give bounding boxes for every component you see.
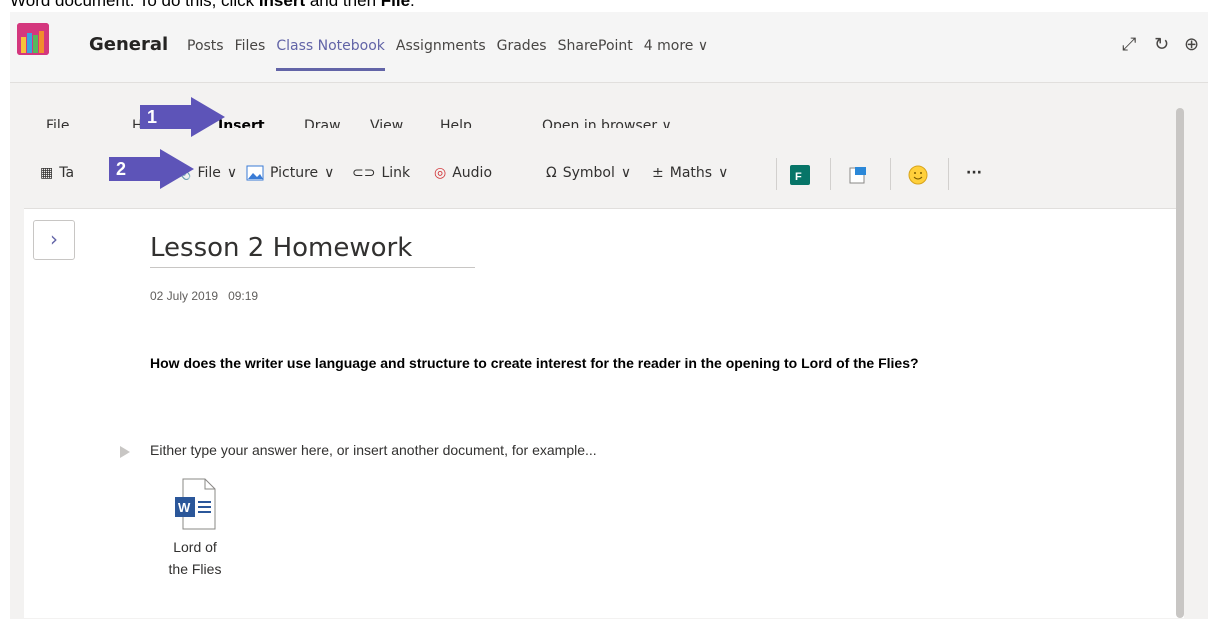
expand-navigation-button[interactable]: › bbox=[33, 220, 75, 260]
team-name: General bbox=[89, 34, 169, 55]
table-button[interactable]: ▦ Ta bbox=[40, 165, 74, 181]
forms-icon: F bbox=[790, 165, 810, 185]
team-avatar[interactable] bbox=[17, 23, 49, 55]
word-document-icon: W bbox=[175, 478, 216, 530]
expand-icon[interactable]: ⤢ bbox=[1122, 34, 1136, 55]
onenote-frame: File H Insert Draw View Help Open in bro… bbox=[24, 88, 1184, 618]
channel-header: General Posts Files Class Notebook Assig… bbox=[10, 12, 1208, 83]
page-time: 09:19 bbox=[228, 289, 259, 303]
word-attachment[interactable]: W Lord of the Flies bbox=[150, 477, 240, 577]
audio-button[interactable]: ◎ Audio bbox=[434, 165, 492, 181]
svg-text:F: F bbox=[795, 171, 802, 183]
ribbon-divider bbox=[830, 158, 831, 190]
link-icon: ⊂⊃ bbox=[352, 165, 376, 181]
tag-icon bbox=[120, 446, 130, 458]
insert-ribbon: ▦Ta 📎File ∨ Picture ∨ ⊂⊃Link ◎Audio ΩSym… bbox=[24, 128, 1184, 209]
maths-label: Maths bbox=[669, 165, 713, 181]
tab-grades[interactable]: Grades bbox=[497, 38, 547, 54]
meeting-details-button[interactable] bbox=[848, 165, 868, 185]
note-page[interactable]: › Lesson 2 Homework 02 July 2019 09:19 H… bbox=[24, 209, 1184, 618]
tab-more[interactable]: 4 more ∨ bbox=[644, 38, 708, 54]
tab-files[interactable]: Files bbox=[235, 38, 266, 54]
page-date-value: 02 July 2019 bbox=[150, 289, 219, 303]
picture-label: Picture bbox=[270, 165, 319, 181]
channel-tabs: Posts Files Class Notebook Assignments G… bbox=[187, 38, 708, 71]
maths-icon: ± bbox=[652, 165, 664, 181]
page-title[interactable]: Lesson 2 Homework bbox=[150, 233, 475, 268]
link-label: Link bbox=[381, 165, 411, 181]
svg-text:W: W bbox=[178, 500, 191, 515]
ribbon-divider bbox=[948, 158, 949, 190]
maths-button[interactable]: ± Maths ∨ bbox=[652, 165, 728, 181]
teams-window: General Posts Files Class Notebook Assig… bbox=[10, 12, 1208, 619]
audio-label: Audio bbox=[452, 165, 493, 181]
audio-icon: ◎ bbox=[434, 165, 447, 181]
tab-posts[interactable]: Posts bbox=[187, 38, 224, 54]
question-text[interactable]: How does the writer use language and str… bbox=[150, 353, 950, 373]
ribbon-divider bbox=[890, 158, 891, 190]
attachment-label-line1: Lord of bbox=[173, 539, 217, 555]
scrollbar[interactable] bbox=[1176, 108, 1184, 618]
instruction-text: Word document. To do this, click Insert … bbox=[10, 0, 415, 10]
tab-more-label: 4 more bbox=[643, 38, 694, 54]
answer-prompt[interactable]: Either type your answer here, or insert … bbox=[150, 442, 597, 458]
smiley-icon bbox=[908, 165, 928, 185]
file-label: File bbox=[197, 165, 221, 181]
refresh-icon[interactable]: ↻ bbox=[1154, 34, 1169, 55]
symbol-button[interactable]: Ω Symbol ∨ bbox=[546, 165, 631, 181]
meeting-details-icon bbox=[849, 167, 866, 184]
chevron-right-icon: › bbox=[50, 227, 58, 251]
picture-button[interactable]: Picture ∨ bbox=[246, 165, 334, 181]
page-date: 02 July 2019 09:19 bbox=[150, 289, 258, 303]
link-button[interactable]: ⊂⊃ Link bbox=[352, 165, 410, 181]
tab-sharepoint[interactable]: SharePoint bbox=[558, 38, 633, 54]
chevron-down-icon: ∨ bbox=[697, 38, 709, 54]
table-icon: ▦ bbox=[40, 165, 54, 181]
tab-class-notebook[interactable]: Class Notebook bbox=[276, 38, 385, 71]
ribbon-divider bbox=[776, 158, 777, 190]
picture-icon bbox=[246, 165, 264, 181]
more-options-button[interactable]: ··· bbox=[966, 165, 982, 181]
stickers-button[interactable] bbox=[908, 165, 928, 185]
tab-assignments[interactable]: Assignments bbox=[396, 38, 486, 54]
table-label: Ta bbox=[59, 165, 75, 181]
symbol-label: Symbol bbox=[562, 165, 615, 181]
forms-button[interactable]: F bbox=[790, 165, 810, 185]
attachment-label-line2: the Flies bbox=[168, 561, 222, 577]
globe-icon[interactable]: ⊕ bbox=[1184, 34, 1199, 55]
omega-icon: Ω bbox=[546, 165, 557, 181]
